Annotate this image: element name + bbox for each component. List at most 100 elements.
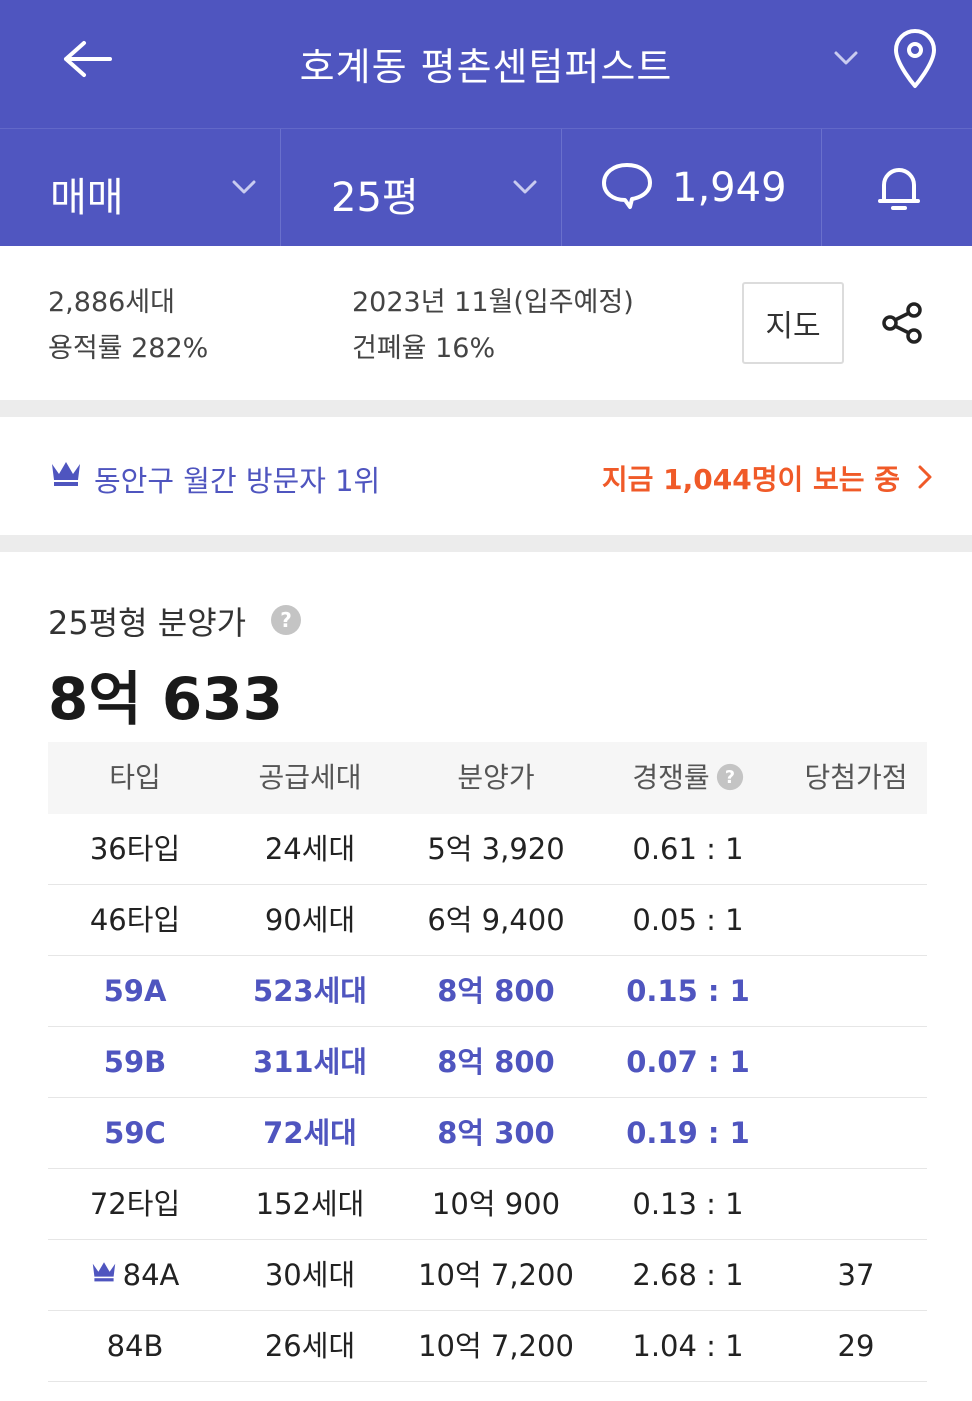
section-divider	[0, 535, 972, 552]
price-label: 25평형 분양가	[48, 604, 247, 642]
row-units-text: 152세대	[255, 1187, 365, 1221]
info-left: 2,886세대 용적률 282%	[48, 280, 208, 372]
row-ratio-text: 0.61 : 1	[632, 832, 744, 866]
row-score	[798, 1027, 914, 1098]
row-price-text: 10억 900	[431, 1187, 561, 1221]
row-units-text: 30세대	[264, 1258, 356, 1292]
row-price-text: 6억 9,400	[427, 903, 565, 937]
row-ratio-text: 0.13 : 1	[632, 1187, 744, 1221]
row-ratio: 0.19 : 1	[608, 1098, 768, 1169]
map-button[interactable]: 지도	[742, 282, 844, 364]
row-score: 37	[798, 1240, 914, 1311]
row-units: 72세대	[240, 1098, 380, 1169]
row-price-text: 8억 800	[437, 974, 555, 1008]
row-ratio: 0.15 : 1	[608, 956, 768, 1027]
row-ratio-text: 0.19 : 1	[626, 1116, 750, 1150]
map-pin-icon[interactable]	[890, 28, 940, 90]
row-type: 36타입	[66, 814, 204, 885]
chevron-down-icon	[232, 180, 256, 194]
row-type: 84A	[66, 1240, 204, 1311]
app-header: 호계동 평촌센텀퍼스트	[0, 0, 972, 128]
row-type-text: 36타입	[89, 832, 181, 866]
row-units-text: 72세대	[263, 1116, 357, 1150]
share-icon[interactable]	[878, 298, 928, 348]
svg-text:?: ?	[280, 608, 292, 632]
row-type-text: 84A	[122, 1258, 180, 1292]
row-units-text: 24세대	[264, 832, 356, 866]
row-units: 152세대	[240, 1169, 380, 1240]
row-price: 5억 3,920	[410, 814, 582, 885]
row-price: 8억 300	[410, 1098, 582, 1169]
back-button[interactable]	[58, 34, 114, 84]
row-units: 90세대	[240, 885, 380, 956]
table-row[interactable]: 59A 523세대 8억 800 0.15 : 1	[48, 956, 927, 1027]
row-type: 59C	[66, 1098, 204, 1169]
row-ratio-text: 0.07 : 1	[626, 1045, 750, 1079]
row-price-text: 10억 7,200	[418, 1258, 574, 1292]
price-value: 8억 633	[48, 665, 283, 733]
move-in-date: 2023년 11월(입주예정)	[352, 287, 634, 318]
comment-count: 1,949	[672, 165, 787, 211]
chevron-down-icon[interactable]	[832, 44, 860, 72]
row-type: 84B	[66, 1311, 204, 1382]
svg-text:?: ?	[725, 768, 735, 788]
row-ratio-text: 2.68 : 1	[632, 1258, 744, 1292]
comments-button[interactable]: 1,949	[562, 129, 822, 247]
notification-button[interactable]	[822, 129, 972, 247]
row-units-text: 311세대	[253, 1045, 367, 1079]
table-body: 36타입 24세대 5억 3,920 0.61 : 1 46타입 90세대 6억 9,400…	[48, 814, 927, 1382]
header-ratio: 경쟁률	[632, 761, 710, 794]
speech-bubble-icon	[602, 163, 652, 209]
row-price-text: 10억 7,200	[418, 1329, 574, 1363]
trade-type-label: 매매	[50, 175, 124, 221]
area-select[interactable]: 25평	[281, 129, 562, 247]
row-ratio: 0.13 : 1	[608, 1169, 768, 1240]
crown-icon	[52, 462, 80, 486]
header-price: 분양가	[457, 761, 535, 794]
live-viewers[interactable]: 지금 1,044명이 보는 중	[602, 458, 900, 498]
table-row[interactable]: 72타입 152세대 10억 900 0.13 : 1	[48, 1169, 927, 1240]
row-price: 6억 9,400	[410, 885, 582, 956]
table-row[interactable]: 59C 72세대 8억 300 0.19 : 1	[48, 1098, 927, 1169]
help-icon[interactable]: ?	[716, 763, 744, 791]
row-type-text: 46타입	[89, 903, 181, 937]
row-score	[798, 885, 914, 956]
row-score-text: 29	[837, 1329, 875, 1363]
row-ratio-text: 1.04 : 1	[632, 1329, 744, 1363]
info-right: 2023년 11월(입주예정) 건폐율 16%	[352, 280, 634, 372]
row-score	[798, 814, 914, 885]
visitor-rank: 동안구 월간 방문자 1위	[94, 464, 381, 498]
households: 2,886세대	[48, 287, 175, 318]
row-price: 10억 7,200	[410, 1240, 582, 1311]
table-row[interactable]: 84B 26세대 10억 7,200 1.04 : 1 29	[48, 1311, 927, 1382]
filter-bar: 매매 25평 1,949	[0, 128, 972, 247]
row-units-text: 523세대	[253, 974, 367, 1008]
row-ratio: 1.04 : 1	[608, 1311, 768, 1382]
row-price-text: 5억 3,920	[427, 832, 565, 866]
row-units: 24세대	[240, 814, 380, 885]
row-type-text: 59C	[104, 1116, 166, 1150]
row-type-text: 59B	[103, 1045, 167, 1079]
header-ratio-cell: 경쟁률?	[608, 742, 768, 814]
row-ratio-text: 0.15 : 1	[626, 974, 750, 1008]
row-price: 10억 900	[410, 1169, 582, 1240]
trade-type-select[interactable]: 매매	[0, 129, 281, 247]
table-row[interactable]: 36타입 24세대 5억 3,920 0.61 : 1	[48, 814, 927, 885]
coverage-ratio: 건폐율 16%	[352, 333, 496, 364]
chevron-down-icon	[513, 180, 537, 194]
chevron-right-icon[interactable]	[912, 462, 938, 492]
row-score	[798, 1169, 914, 1240]
table-row[interactable]: 59B 311세대 8억 800 0.07 : 1	[48, 1027, 927, 1098]
help-icon[interactable]: ?	[270, 604, 302, 636]
row-price: 8억 800	[410, 1027, 582, 1098]
table-row[interactable]: 46타입 90세대 6억 9,400 0.05 : 1	[48, 885, 927, 956]
row-type-text: 72타입	[89, 1187, 181, 1221]
crown-icon	[92, 1262, 115, 1282]
row-type: 46타입	[66, 885, 204, 956]
page-title[interactable]: 호계동 평촌센텀퍼스트	[200, 36, 772, 91]
table-row[interactable]: 84A 30세대 10억 7,200 2.68 : 1 37	[48, 1240, 927, 1311]
supply-table: 타입 공급세대 분양가 경쟁률? 당첨가점 36타입 24세대 5억 3,920 0.…	[48, 742, 927, 1382]
header-type: 타입	[109, 761, 161, 794]
row-units: 30세대	[240, 1240, 380, 1311]
floor-area-ratio: 용적률 282%	[48, 333, 209, 364]
